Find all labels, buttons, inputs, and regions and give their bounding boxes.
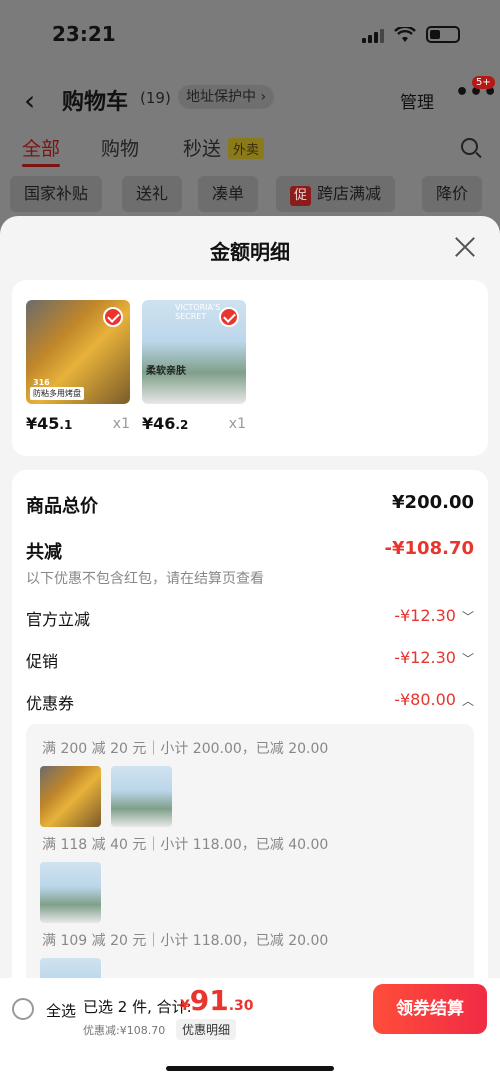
chip-combine[interactable]: 凑单 xyxy=(198,176,259,212)
coupon-item-image xyxy=(40,862,101,923)
discount-amount: 优惠减:¥108.70 xyxy=(83,1024,166,1037)
item-qty: x1 xyxy=(112,416,130,432)
chip-cross-store-label: 跨店满减 xyxy=(317,184,382,203)
search-icon[interactable] xyxy=(461,138,478,155)
cart-count: (19) xyxy=(140,89,171,107)
product-image: 柔软亲肤 VICTORIA'S SECRET xyxy=(142,300,246,404)
chip-national-subsidy[interactable]: 国家补贴 xyxy=(10,176,103,212)
item-baking-tray[interactable]: 防粘多用烤盘 316 ¥45.1 x1 xyxy=(26,300,130,433)
total-label: 商品总价 xyxy=(26,496,98,517)
close-icon[interactable] xyxy=(454,236,476,258)
reduce-row: 共减 -¥108.70 xyxy=(26,538,474,564)
select-all-radio[interactable] xyxy=(12,998,34,1020)
wifi-icon xyxy=(394,26,416,42)
coupon-item-image xyxy=(111,766,172,827)
sheet-title: 金额明细 xyxy=(210,240,290,264)
product-tag-sub: 316 xyxy=(33,378,50,387)
product-tag: 防粘多用烤盘 xyxy=(30,387,84,400)
product-image: 防粘多用烤盘 316 xyxy=(26,300,130,404)
checkout-button[interactable]: 领券结算 xyxy=(373,984,487,1034)
total-amount: ¥91.30 xyxy=(180,984,254,1017)
address-protection[interactable]: 地址保护中 › xyxy=(178,85,275,109)
reduce-value: -¥108.70 xyxy=(384,538,474,559)
total-row: 商品总价 ¥200.00 xyxy=(26,492,474,518)
cart-tabs: 全部 购物 秒送 外卖 xyxy=(0,134,500,168)
price-detail-card: 商品总价 ¥200.00 共减 -¥108.70 以下优惠不包含红包，请在结算页… xyxy=(12,470,488,1044)
total-value: ¥200.00 xyxy=(392,492,474,513)
discount-detail-link[interactable]: 优惠明细 xyxy=(176,1019,237,1040)
promo-icon: 促 xyxy=(290,186,312,206)
discount-official[interactable]: 官方立减 -¥12.30 ﹀ xyxy=(26,606,474,630)
selected-summary: 已选 2 件, 合计: xyxy=(83,998,192,1016)
checkout-bar: 全选 已选 2 件, 合计: ¥91.30 优惠减:¥108.70 优惠明细 领… xyxy=(0,978,500,1083)
page-title: 购物车 xyxy=(62,90,129,115)
select-all-label[interactable]: 全选 xyxy=(46,1000,76,1021)
item-price: ¥45.1 xyxy=(26,414,73,433)
coupon-items xyxy=(40,862,101,923)
battery-icon xyxy=(426,26,460,43)
item-bra[interactable]: 柔软亲肤 VICTORIA'S SECRET ¥46.2 x1 xyxy=(142,300,246,433)
chip-price-drop[interactable]: 降价 xyxy=(422,176,483,212)
selected-items-card: 防粘多用烤盘 316 ¥45.1 x1 柔软亲肤 VICTORIA'S SECR… xyxy=(12,280,488,456)
manage-button[interactable]: 管理 xyxy=(400,88,434,113)
coupon-line: 满 118 减 40 元｜小计 118.00，已减 40.00 xyxy=(42,837,329,853)
coupon-line: 满 109 减 20 元｜小计 118.00，已减 20.00 xyxy=(42,933,329,949)
item-qty: x1 xyxy=(228,416,246,432)
discount-note: 以下优惠不包含红包，请在结算页查看 xyxy=(26,571,264,587)
tab-instant[interactable]: 秒送 xyxy=(183,134,221,161)
tab-all[interactable]: 全部 xyxy=(22,134,61,167)
checked-icon xyxy=(103,307,123,327)
nav-bar: ‹ 购物车 (19) 地址保护中 › 管理 ••• 5+ xyxy=(0,76,500,117)
chevron-down-icon: ﹀ xyxy=(461,652,474,666)
message-badge: 5+ xyxy=(472,76,495,89)
chevron-up-icon: ︿ xyxy=(461,694,474,708)
chip-gift[interactable]: 送礼 xyxy=(122,176,183,212)
tab-shopping[interactable]: 购物 xyxy=(101,134,139,161)
status-time: 23:21 xyxy=(52,22,116,46)
coupon-item-image xyxy=(40,766,101,827)
discount-promo[interactable]: 促销 -¥12.30 ﹀ xyxy=(26,648,474,672)
filter-chips: 国家补贴 送礼 凑单 促跨店满减 降价 xyxy=(10,176,500,212)
home-indicator xyxy=(166,1066,334,1071)
status-icons xyxy=(362,26,460,43)
item-price: ¥46.2 xyxy=(142,414,189,433)
amount-detail-sheet: 金额明细 防粘多用烤盘 316 ¥45.1 x1 柔软亲肤 VICTORIA'S… xyxy=(0,216,500,1083)
reduce-label: 共减 xyxy=(26,542,62,563)
chevron-down-icon: ﹀ xyxy=(461,610,474,624)
coupon-line: 满 200 减 20 元｜小计 200.00，已减 20.00 xyxy=(42,741,329,757)
brand-text: VICTORIA'S SECRET xyxy=(175,303,221,321)
signal-icon xyxy=(362,27,384,43)
product-tag: 柔软亲肤 xyxy=(146,366,186,377)
takeaway-badge: 外卖 xyxy=(228,138,265,159)
coupon-items xyxy=(40,766,172,827)
chip-cross-store[interactable]: 促跨店满减 xyxy=(276,176,396,212)
discount-coupon[interactable]: 优惠券 -¥80.00 ︿ xyxy=(26,690,474,714)
back-icon[interactable]: ‹ xyxy=(24,84,35,117)
